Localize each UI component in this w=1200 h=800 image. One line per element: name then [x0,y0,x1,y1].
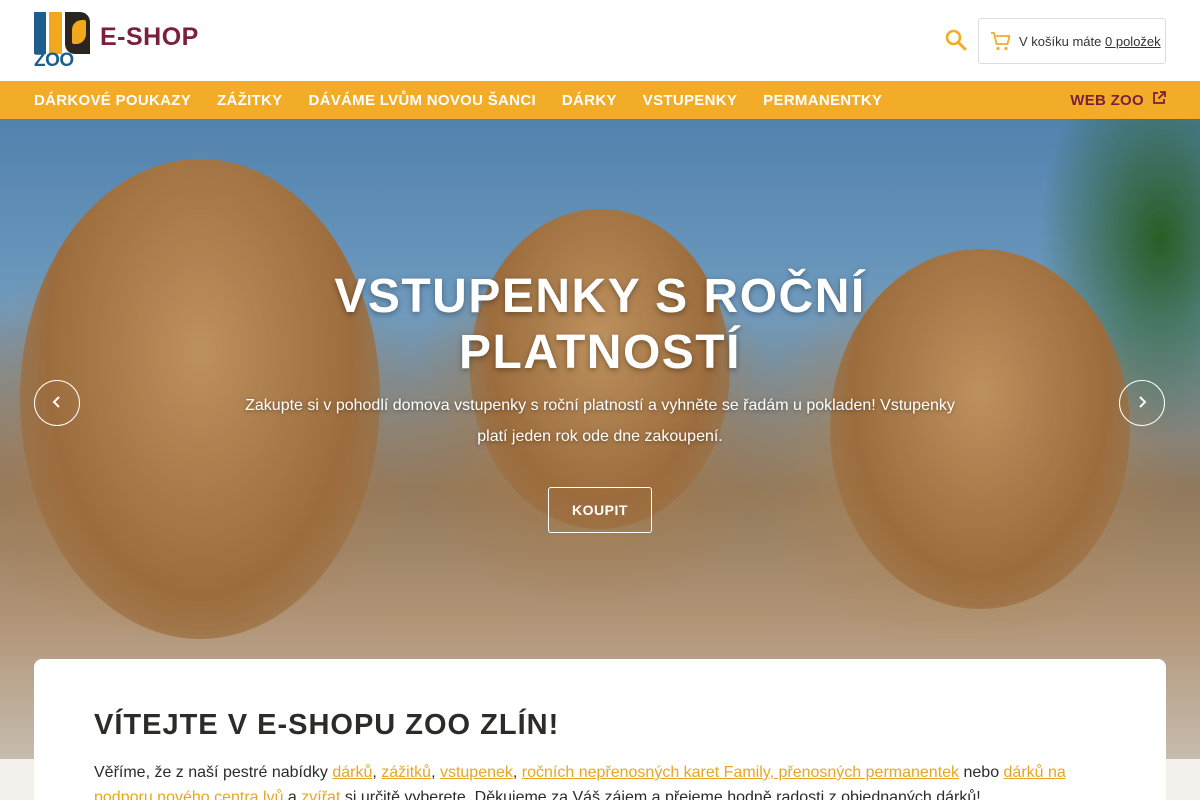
nav-item-gift-vouchers[interactable]: DÁRKOVÉ POUKAZY [34,92,191,109]
welcome-title: VÍTEJTE V E-SHOPU ZOO ZLÍN! [94,709,560,741]
buy-button[interactable]: KOUPIT [548,487,652,533]
nav-item-lions-chance[interactable]: DÁVÁME LVŮM NOVOU ŠANCI [308,92,535,109]
separator: , [512,764,522,781]
link-adopt-animals[interactable]: zvířat [301,789,340,800]
slider-next-button[interactable] [1119,380,1165,426]
welcome-text-start: Věříme, že z naší pestré nabídky [94,764,333,781]
main-nav: DÁRKOVÉ POUKAZY ZÁŽITKY DÁVÁME LVŮM NOVO… [0,81,1200,119]
separator: nebo [959,764,1004,781]
welcome-card: VÍTEJTE V E-SHOPU ZOO ZLÍN! Věříme, že z… [34,659,1166,800]
external-link-icon [1152,91,1166,109]
web-zoo-label: WEB ZOO [1070,91,1144,109]
cart-summary: V košíku máte 0 položek [1019,34,1161,49]
hero-description: Zakupte si v pohodlí domova vstupenky s … [245,397,955,445]
separator: , [372,764,382,781]
link-experiences[interactable]: zážitků [381,764,431,781]
zoo-logo-mark [34,12,90,54]
cart-button[interactable]: V košíku máte 0 položek [978,18,1166,64]
nav-item-gifts[interactable]: DÁRKY [562,92,617,109]
nav-items: DÁRKOVÉ POUKAZY ZÁŽITKY DÁVÁME LVŮM NOVO… [34,81,882,119]
hero-title: VSTUPENKY S ROČNÍ PLATNOSTÍ [334,270,866,379]
zoo-logo[interactable]: ZOO [34,12,90,70]
welcome-text: Věříme, že z naší pestré nabídky dárků, … [94,760,1104,800]
nav-item-experiences[interactable]: ZÁŽITKY [217,92,282,109]
nav-item-tickets[interactable]: VSTUPENKY [643,92,737,109]
cart-icon [989,29,1013,53]
cart-prefix: V košíku máte [1019,33,1102,49]
slider-prev-button[interactable] [34,380,80,426]
link-family-cards[interactable]: ročních nepřenosných karet Family, přeno… [522,764,959,781]
nav-item-passes[interactable]: PERMANENTKY [763,92,882,109]
link-tickets[interactable]: vstupenek [440,764,513,781]
chevron-left-icon [51,394,63,413]
separator: a [283,789,302,800]
cart-count-link[interactable]: 0 položek [1105,34,1161,49]
logo-text: ZOO [34,50,74,71]
chevron-right-icon [1136,394,1148,413]
search-icon[interactable] [944,28,968,52]
shop-title[interactable]: E-SHOP [100,23,199,52]
site-header: ZOO E-SHOP V košíku máte 0 položek [0,0,1200,81]
welcome-text-end: si určitě vyberete. Děkujeme za Váš záje… [340,789,981,800]
separator: , [431,764,440,781]
link-gifts[interactable]: dárků [332,764,372,781]
web-zoo-link[interactable]: WEB ZOO [1070,81,1166,119]
